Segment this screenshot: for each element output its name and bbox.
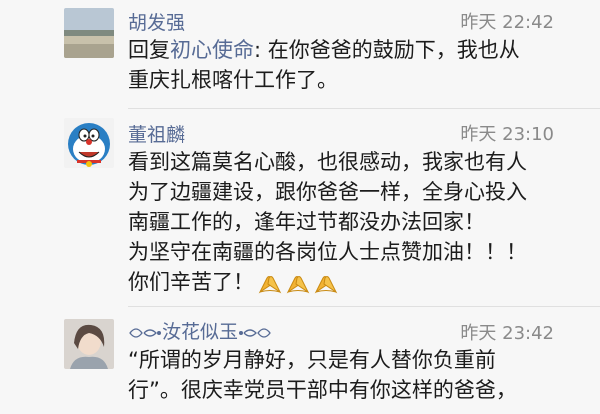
clapping-hands-icon [286,276,310,294]
comment-line: 回复初心使命: 在你爸爸的鼓励下，我也从 [128,35,568,65]
reply-mention[interactable]: 初心使命 [170,38,254,62]
comment-text: 看到这篇莫名心酸，也很感动，我家也有人 为了边疆建设，跟你爸爸一样，全身心投入 … [128,147,568,297]
comment-line: 南疆工作的，逢年过节都没办法回家！ [128,210,485,234]
reply-prefix: 回复 [128,38,170,62]
comment-line: 为了边疆建设，跟你爸爸一样，全身心投入 [128,180,527,204]
comment-author[interactable]: 汝花似玉 [128,317,272,344]
comment-line: 为坚守在南疆的各岗位人士点赞加油！！！ [128,240,527,264]
comment-item: 汝花似玉 昨天 23:42 “所谓的岁月静好，只是有人替你负重前 行”。很庆幸党… [0,307,600,414]
floral-ornament-icon [239,327,271,338]
floral-ornament-icon [129,327,161,338]
avatar[interactable] [64,118,114,168]
comment-text: “所谓的岁月静好，只是有人替你负重前 行”。很庆幸党员干部中有你这样的爸爸， [128,345,568,405]
comment-time: 昨天 22:42 [460,12,554,33]
comment-time: 昨天 23:10 [460,124,554,145]
comment-line: “所谓的岁月静好，只是有人替你负重前 [128,348,496,372]
comment-line-text: 在你爸爸的鼓励下，我也从 [267,38,520,62]
avatar[interactable] [64,319,114,369]
comment-item: 胡发强 昨天 22:42 回复初心使命: 在你爸爸的鼓励下，我也从 重庆扎根喀什… [0,0,600,110]
comment-author[interactable]: 董祖麟 [128,120,185,147]
clapping-hands-icon [258,276,282,294]
comment-line: 行”。很庆幸党员干部中有你这样的爸爸， [128,378,517,402]
comment-time: 昨天 23:42 [460,323,554,344]
comment-line: 你们辛苦了！ [128,267,568,297]
comment-line-text: 你们辛苦了！ [128,270,254,294]
landscape-photo-icon [64,8,114,58]
divider [128,108,600,109]
avatar[interactable] [64,8,114,58]
portrait-photo-icon [64,319,114,369]
comment-line: 看到这篇莫名心酸，也很感动，我家也有人 [128,150,527,174]
comment-author-text: 汝花似玉 [162,321,239,343]
comment-item: 董祖麟 昨天 23:10 看到这篇莫名心酸，也很感动，我家也有人 为了边疆建设，… [0,110,600,307]
doraemon-cartoon-icon [68,123,110,167]
emoji-row [254,270,338,294]
clapping-hands-icon [314,276,338,294]
comment-author[interactable]: 胡发强 [128,8,185,35]
comment-line: 重庆扎根喀什工作了。 [128,68,338,92]
comment-text: 回复初心使命: 在你爸爸的鼓励下，我也从 重庆扎根喀什工作了。 [128,35,568,95]
